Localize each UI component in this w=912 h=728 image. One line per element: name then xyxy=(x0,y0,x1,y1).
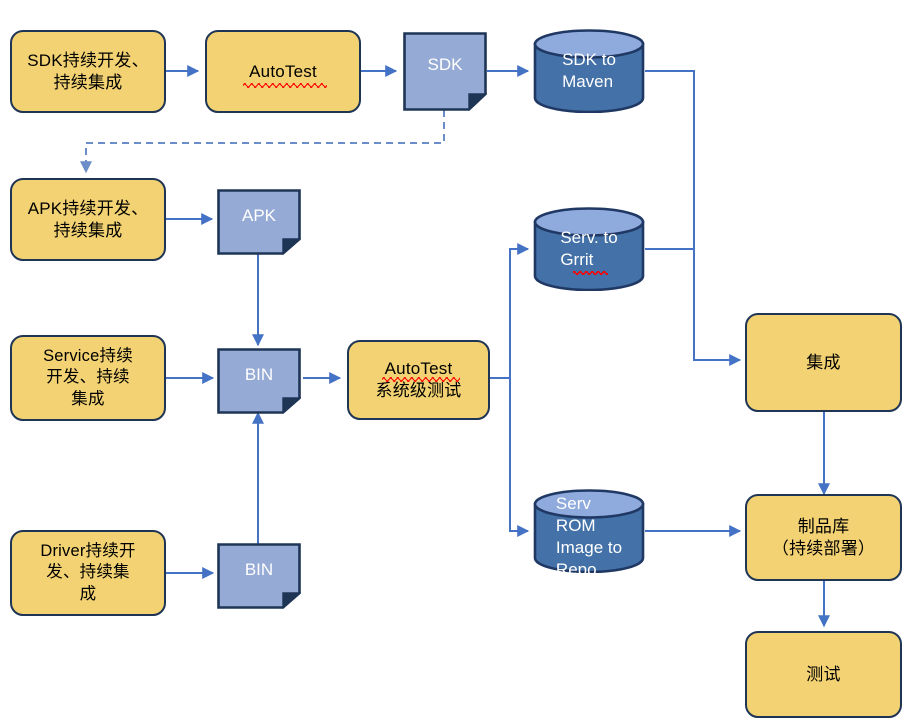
edge-autotestsys-rom xyxy=(509,378,530,537)
node-bin-driver-label: BIN xyxy=(244,560,274,579)
node-sdk-to-maven[interactable]: SDK to Maven xyxy=(533,29,645,114)
node-serv-rom-image[interactable]: Serv ROM Image to Repo xyxy=(533,489,645,580)
node-apk-dev-label: APK持续开发、 持续集成 xyxy=(27,198,149,240)
node-autotest[interactable]: AutoTest xyxy=(205,30,361,113)
node-serv-to-grrit-label: Serv. to Grrit xyxy=(560,227,618,269)
node-service-dev-label: Service持续 开发、持续 集成 xyxy=(43,347,133,408)
edge-autotestsys-grrit xyxy=(509,243,530,378)
node-autotest-system[interactable]: AutoTest 系统级测试 xyxy=(347,340,490,420)
node-driver-dev[interactable]: Driver持续开 发、持续集 成 xyxy=(10,530,166,616)
spellcheck-squiggle-grrit xyxy=(573,271,608,275)
node-artifact-repo[interactable]: 制品库 （持续部署） xyxy=(745,494,902,581)
node-service-dev[interactable]: Service持续 开发、持续 集成 xyxy=(10,335,166,421)
node-apk-artifact[interactable]: APK xyxy=(217,189,302,256)
node-sdk-artifact[interactable]: SDK xyxy=(403,32,488,112)
node-test[interactable]: 测试 xyxy=(745,631,902,718)
node-bin-service-label: BIN xyxy=(244,365,274,384)
node-sdk-dev-label: SDK持续开发、 持续集成 xyxy=(27,50,149,92)
spellcheck-squiggle-autotest xyxy=(243,83,327,88)
node-sdk-dev[interactable]: SDK持续开发、 持续集成 xyxy=(10,30,166,113)
node-apk-artifact-label: APK xyxy=(241,206,277,225)
node-bin-service[interactable]: BIN xyxy=(217,348,302,415)
edge-sdk-apkdev-dashed xyxy=(80,110,445,174)
node-sdk-artifact-label: SDK xyxy=(427,54,463,74)
node-bin-driver[interactable]: BIN xyxy=(217,543,302,610)
node-integration-label: 集成 xyxy=(806,352,841,372)
spellcheck-squiggle-autotest-system xyxy=(382,377,460,382)
edge-maven-integration xyxy=(645,70,742,366)
node-sdk-to-maven-label: SDK to Maven xyxy=(562,49,616,91)
node-test-label: 测试 xyxy=(806,664,841,684)
node-autotest-label: AutoTest xyxy=(249,61,317,81)
node-driver-dev-label: Driver持续开 发、持续集 成 xyxy=(40,542,136,603)
node-apk-dev[interactable]: APK持续开发、 持续集成 xyxy=(10,178,166,261)
node-integration[interactable]: 集成 xyxy=(745,313,902,412)
node-serv-to-grrit[interactable]: Serv. to Grrit xyxy=(533,207,645,292)
node-serv-rom-image-label: Serv ROM Image to Repo xyxy=(555,494,623,580)
node-artifact-repo-label: 制品库 （持续部署） xyxy=(771,516,876,558)
diagram-canvas: SDK持续开发、 持续集成 AutoTest SDK SDK to Maven … xyxy=(0,0,912,728)
